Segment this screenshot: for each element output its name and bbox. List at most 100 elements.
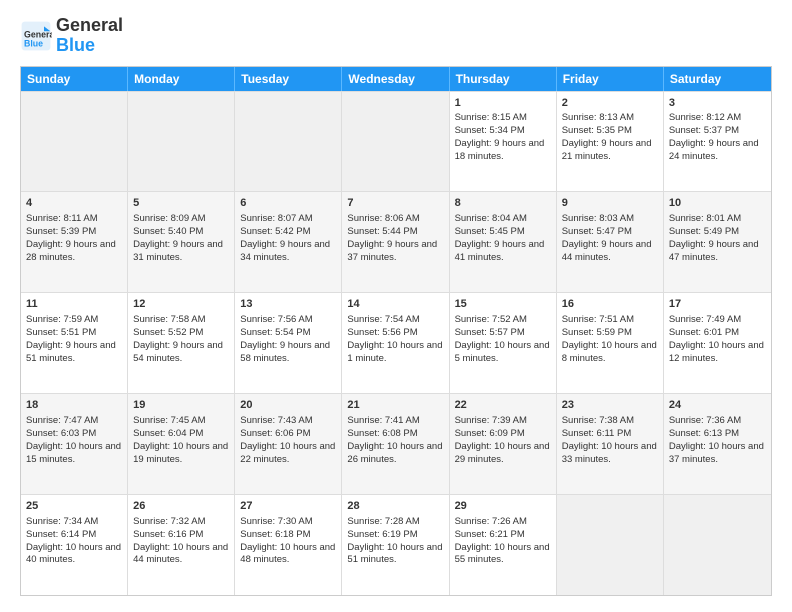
sunset-text: Sunset: 5:44 PM [347,226,417,237]
sunrise-text: Sunrise: 7:30 AM [240,516,312,527]
calendar-cell: 23 Sunrise: 7:38 AM Sunset: 6:11 PM Dayligh… [557,394,664,494]
sunrise-text: Sunrise: 7:32 AM [133,516,205,527]
daylight-text: Daylight: 9 hours and 31 minutes. [133,239,223,263]
calendar-cell: 6Sunrise: 8:07 AMSunset: 5:42 PMDaylight… [235,192,342,292]
day-number: 5 [133,196,229,211]
calendar-cell: 15Sunrise: 7:52 AMSunset: 5:57 PMDayligh… [450,293,557,393]
calendar-cell: 10Sunrise: 8:01 AMSunset: 5:49 PMDayligh… [664,192,771,292]
calendar-cell [128,92,235,192]
sunset-text: Sunset: 6:14 PM [26,529,96,540]
day-number: 11 [26,297,122,312]
sunrise-text: Sunrise: 7:28 AM [347,516,419,527]
day-number: 19 [133,398,229,413]
calendar-day-header: Saturday [664,67,771,91]
calendar-cell: 28Sunrise: 7:28 AMSunset: 6:19 PMDayligh… [342,495,449,595]
sunrise-text: Sunrise: 7:38 AM [562,415,634,426]
daylight-text: Daylight: 9 hours and 47 minutes. [669,239,759,263]
calendar-cell: 5Sunrise: 8:09 AMSunset: 5:40 PMDaylight… [128,192,235,292]
sunset-text: Sunset: 5:42 PM [240,226,310,237]
calendar-cell [21,92,128,192]
page: General Blue General Blue SundayMondayTu… [0,0,792,612]
day-number: 15 [455,297,551,312]
sunrise-text: Sunrise: 7:34 AM [26,516,98,527]
sunrise-text: Sunrise: 7:45 AM [133,415,205,426]
daylight-text: Daylight: 10 hours and 12 minutes. [669,340,764,364]
daylight-text: Daylight: 10 hours and 1 minute. [347,340,442,364]
daylight-text: Daylight: 10 hours and 22 minutes. [240,441,335,465]
daylight-text: Daylight: 10 hours and 48 minutes. [240,542,335,566]
logo-text: General Blue [56,16,123,56]
sunrise-text: Sunrise: 8:09 AM [133,213,205,224]
sunset-text: Sunset: 6:11 PM [562,428,632,439]
daylight-text: Daylight: 10 hours and 29 minutes. [455,441,550,465]
calendar-cell: 11Sunrise: 7:59 AMSunset: 5:51 PMDayligh… [21,293,128,393]
sunset-text: Sunset: 6:06 PM [240,428,310,439]
calendar-cell [342,92,449,192]
daylight-text: Daylight: 10 hours and 8 minutes. [562,340,657,364]
sunset-text: Sunset: 5:45 PM [455,226,525,237]
daylight-text: Daylight: 10 hours and 15 minutes. [26,441,121,465]
calendar-cell: 24Sunrise: 7:36 AMSunset: 6:13 PMDayligh… [664,394,771,494]
calendar-cell: 16Sunrise: 7:51 AMSunset: 5:59 PMDayligh… [557,293,664,393]
day-number: 13 [240,297,336,312]
calendar-cell: 19Sunrise: 7:45 AMSunset: 6:04 PMDayligh… [128,394,235,494]
daylight-text: Daylight: 9 hours and 21 minutes. [562,138,652,162]
daylight-text: Daylight: 9 hours and 41 minutes. [455,239,545,263]
calendar-cell: 12Sunrise: 7:58 AMSunset: 5:52 PMDayligh… [128,293,235,393]
sunset-text: Sunset: 5:54 PM [240,327,310,338]
calendar-cell: 18Sunrise: 7:47 AMSunset: 6:03 PMDayligh… [21,394,128,494]
calendar-cell: 4Sunrise: 8:11 AMSunset: 5:39 PMDaylight… [21,192,128,292]
calendar-cell: 20 Sunrise: 7:43 AM Sunset: 6:06 PM Dayligh… [235,394,342,494]
day-number: 18 [26,398,122,413]
day-number: 28 [347,499,443,514]
calendar-day-header: Wednesday [342,67,449,91]
sunrise-text: Sunrise: 7:47 AM [26,415,98,426]
calendar-day-header: Monday [128,67,235,91]
sunrise-text: Sunrise: 8:15 AM [455,112,527,123]
daylight-text: Daylight: 10 hours and 33 minutes. [562,441,657,465]
sunset-text: Sunset: 5:49 PM [669,226,739,237]
calendar-cell: 21Sunrise: 7:41 AMSunset: 6:08 PMDayligh… [342,394,449,494]
daylight-text: Daylight: 10 hours and 40 minutes. [26,542,121,566]
calendar-cell: 25Sunrise: 7:34 AMSunset: 6:14 PMDayligh… [21,495,128,595]
svg-text:Blue: Blue [24,38,43,48]
calendar-cell [235,92,342,192]
calendar-cell: 17Sunrise: 7:49 AMSunset: 6:01 PMDayligh… [664,293,771,393]
daylight-text: Daylight: 9 hours and 34 minutes. [240,239,330,263]
sunrise-text: Sunrise: 7:43 AM [240,415,312,426]
logo-icon: General Blue [20,20,52,52]
logo: General Blue General Blue [20,16,123,56]
sunset-text: Sunset: 5:56 PM [347,327,417,338]
sunrise-text: Sunrise: 8:04 AM [455,213,527,224]
day-number: 14 [347,297,443,312]
sunset-text: Sunset: 5:35 PM [562,125,632,136]
header: General Blue General Blue [20,16,772,56]
day-number: 29 [455,499,551,514]
day-number: 4 [26,196,122,211]
sunrise-text: Sunrise: 8:13 AM [562,112,634,123]
sunset-text: Sunset: 6:18 PM [240,529,310,540]
calendar-cell: 22Sunrise: 7:39 AMSunset: 6:09 PMDayligh… [450,394,557,494]
sunrise-text: Sunrise: 7:39 AM [455,415,527,426]
sunset-text: Sunset: 6:19 PM [347,529,417,540]
sunrise-text: Sunrise: 8:07 AM [240,213,312,224]
daylight-text: Daylight: 10 hours and 19 minutes. [133,441,228,465]
calendar-row: 25Sunrise: 7:34 AMSunset: 6:14 PMDayligh… [21,494,771,595]
sunrise-text: Sunrise: 7:59 AM [26,314,98,325]
calendar-row: 4Sunrise: 8:11 AMSunset: 5:39 PMDaylight… [21,191,771,292]
calendar-body: 1Sunrise: 8:15 AMSunset: 5:34 PMDaylight… [21,91,771,595]
daylight-text: Daylight: 10 hours and 37 minutes. [669,441,764,465]
day-number: 23 [562,398,658,413]
calendar-cell: 1Sunrise: 8:15 AMSunset: 5:34 PMDaylight… [450,92,557,192]
sunrise-text: Sunrise: 8:11 AM [26,213,98,224]
sunrise-text: Sunrise: 7:58 AM [133,314,205,325]
calendar-cell: 2Sunrise: 8:13 AMSunset: 5:35 PMDaylight… [557,92,664,192]
day-number: 1 [455,96,551,111]
day-number: 24 [669,398,766,413]
sunset-text: Sunset: 6:01 PM [669,327,739,338]
day-number: 3 [669,96,766,111]
day-number: 20 [240,398,336,413]
sunset-text: Sunset: 5:57 PM [455,327,525,338]
sunrise-text: Sunrise: 8:06 AM [347,213,419,224]
sunrise-text: Sunrise: 7:41 AM [347,415,419,426]
